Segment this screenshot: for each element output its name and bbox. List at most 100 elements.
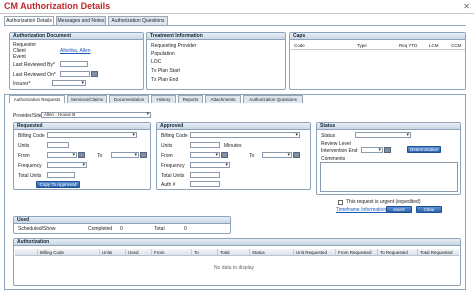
appr-from-input[interactable] xyxy=(190,152,220,158)
tab-services-claims[interactable]: Services/Claims xyxy=(67,95,107,103)
grid-col-unit-requested[interactable]: Unit Requested xyxy=(293,249,335,256)
panel-header: Status xyxy=(317,123,460,130)
panel-header: Used xyxy=(14,217,230,224)
used-panel: Used Scheduled/Show Completed 0 Total 0 xyxy=(13,216,231,234)
req-to-label: To xyxy=(97,153,103,159)
grid-col-select xyxy=(15,249,37,256)
appr-frequency-select[interactable] xyxy=(190,162,230,168)
appr-billing-code-label: Billing Code xyxy=(161,133,188,139)
authorization-document-panel: Authorization Document Requestor Client … xyxy=(9,32,144,90)
calendar-icon[interactable] xyxy=(384,147,391,153)
appr-frequency-label: Frequency xyxy=(161,163,185,169)
req-units-input[interactable] xyxy=(47,142,69,148)
req-billing-code-select[interactable] xyxy=(47,132,137,138)
determination-button[interactable]: Determination xyxy=(407,146,441,153)
panel-header: Treatment Information xyxy=(147,33,285,40)
caps-grid-header: Code Type Req YTD LCM CCM xyxy=(291,42,465,50)
grid-col-to-requested[interactable]: To Requested xyxy=(377,249,417,256)
panel-header: Authorization xyxy=(14,239,460,246)
appr-to-input[interactable] xyxy=(262,152,292,158)
panel-header: Requested xyxy=(14,123,150,130)
completed-label: Completed xyxy=(88,226,113,232)
last-reviewed-by-label: Last Reviewed By* xyxy=(13,62,55,68)
clear-button[interactable]: Clear xyxy=(416,206,442,213)
status-label: Status xyxy=(321,133,336,139)
req-from-input[interactable] xyxy=(47,152,77,158)
tab-reports[interactable]: Reports xyxy=(178,95,203,103)
panel-header: Approved xyxy=(157,123,310,130)
tab-authorization-requests[interactable]: Authorization Requests xyxy=(9,95,65,103)
tab-authorization-questions-sub[interactable]: Authorization Questions xyxy=(243,95,303,103)
total-value: 0 xyxy=(184,226,187,232)
tab-underline xyxy=(4,25,466,26)
grid-col-used[interactable]: Used xyxy=(125,249,151,256)
loc-label: LOC xyxy=(151,59,162,65)
status-select[interactable] xyxy=(355,132,411,138)
appr-total-units-label: Total Units xyxy=(161,173,185,179)
appr-auth-no-label: Auth # xyxy=(161,182,176,188)
tab-messages-notes[interactable]: Messages and Notes xyxy=(56,16,106,25)
grid-col-from-requested[interactable]: From Requested xyxy=(335,249,377,256)
caps-col-type: Type xyxy=(357,43,367,48)
urgent-checkbox[interactable] xyxy=(338,200,343,205)
caps-col-ccm: CCM xyxy=(451,43,462,48)
grid-empty-text: No data to display xyxy=(214,265,255,271)
grid-col-status[interactable]: Status xyxy=(249,249,293,256)
grid-col-total-requested[interactable]: Total Requested xyxy=(417,249,459,256)
appr-total-units-input[interactable] xyxy=(190,172,220,178)
insurer-label: Insurer* xyxy=(13,81,31,87)
last-reviewed-on-input[interactable] xyxy=(60,71,90,77)
req-to-input[interactable] xyxy=(111,152,139,158)
tx-plan-start-label: Tx Plan Start xyxy=(151,68,180,74)
req-frequency-select[interactable] xyxy=(47,162,87,168)
tab-documentation[interactable]: Documentation xyxy=(109,95,149,103)
provider-site-label: Provider/Site xyxy=(13,113,42,119)
calendar-icon[interactable] xyxy=(91,71,98,77)
insert-button[interactable]: Insert xyxy=(386,206,412,213)
requested-panel: Requested Billing Code Units From To Fre… xyxy=(13,122,151,190)
copy-to-approved-button[interactable]: Copy To Approved xyxy=(36,181,80,188)
population-label: Population xyxy=(151,51,175,57)
appr-from-label: From xyxy=(161,153,173,159)
calendar-icon[interactable] xyxy=(221,152,228,158)
appr-units-input[interactable] xyxy=(190,142,220,148)
scheduled-show-label: Scheduled/Show xyxy=(18,226,56,232)
panel-header: Authorization Document xyxy=(10,33,143,40)
tab-authorization-details[interactable]: Authorization Details xyxy=(4,16,54,25)
insurer-select[interactable] xyxy=(52,80,86,86)
timeframe-information-link[interactable]: Timeframe Information xyxy=(336,207,386,213)
req-total-units-input[interactable] xyxy=(47,172,75,178)
req-billing-code-label: Billing Code xyxy=(18,133,45,139)
intervention-end-input[interactable] xyxy=(361,147,383,153)
calendar-icon[interactable] xyxy=(78,152,85,158)
provider-site-value: Allen - House B xyxy=(44,112,76,117)
client-link[interactable]: Allotrba, Allen xyxy=(60,48,91,54)
provider-site-select[interactable]: Allen - House B xyxy=(41,112,151,118)
close-icon[interactable]: ✕ xyxy=(463,2,470,11)
last-reviewed-by-input[interactable] xyxy=(60,61,88,67)
caps-col-code: Code xyxy=(294,43,305,48)
completed-value: 0 xyxy=(120,226,123,232)
urgent-label: This request is urgent (expedited) xyxy=(346,199,421,205)
appr-billing-code-select[interactable] xyxy=(190,132,300,138)
grid-col-billing-code[interactable]: Billing Code xyxy=(37,249,99,256)
approved-panel: Approved Billing Code Units Minutes From… xyxy=(156,122,311,190)
grid-col-total[interactable]: Total xyxy=(217,249,249,256)
req-frequency-label: Frequency xyxy=(18,163,42,169)
caps-panel: Caps Code Type Req YTD LCM CCM xyxy=(289,32,466,90)
review-level-label: Review Level xyxy=(321,141,351,147)
calendar-icon[interactable] xyxy=(293,152,300,158)
treatment-information-panel: Treatment Information Requesting Provide… xyxy=(146,32,286,90)
appr-auth-no-input[interactable] xyxy=(190,181,220,187)
tab-authorization-questions[interactable]: Authorization Questions xyxy=(108,16,168,25)
comments-textarea[interactable] xyxy=(320,162,458,192)
tab-attachments[interactable]: Attachments xyxy=(205,95,241,103)
tab-history[interactable]: History xyxy=(151,95,176,103)
status-panel: Status Status Review Level Intervention … xyxy=(316,122,461,195)
calendar-icon[interactable] xyxy=(140,152,147,158)
grid-col-to[interactable]: To xyxy=(191,249,217,256)
grid-col-units[interactable]: Units xyxy=(99,249,125,256)
window-title: CM Authorization Details xyxy=(4,1,111,11)
grid-col-from[interactable]: From xyxy=(151,249,191,256)
total-label: Total xyxy=(154,226,165,232)
